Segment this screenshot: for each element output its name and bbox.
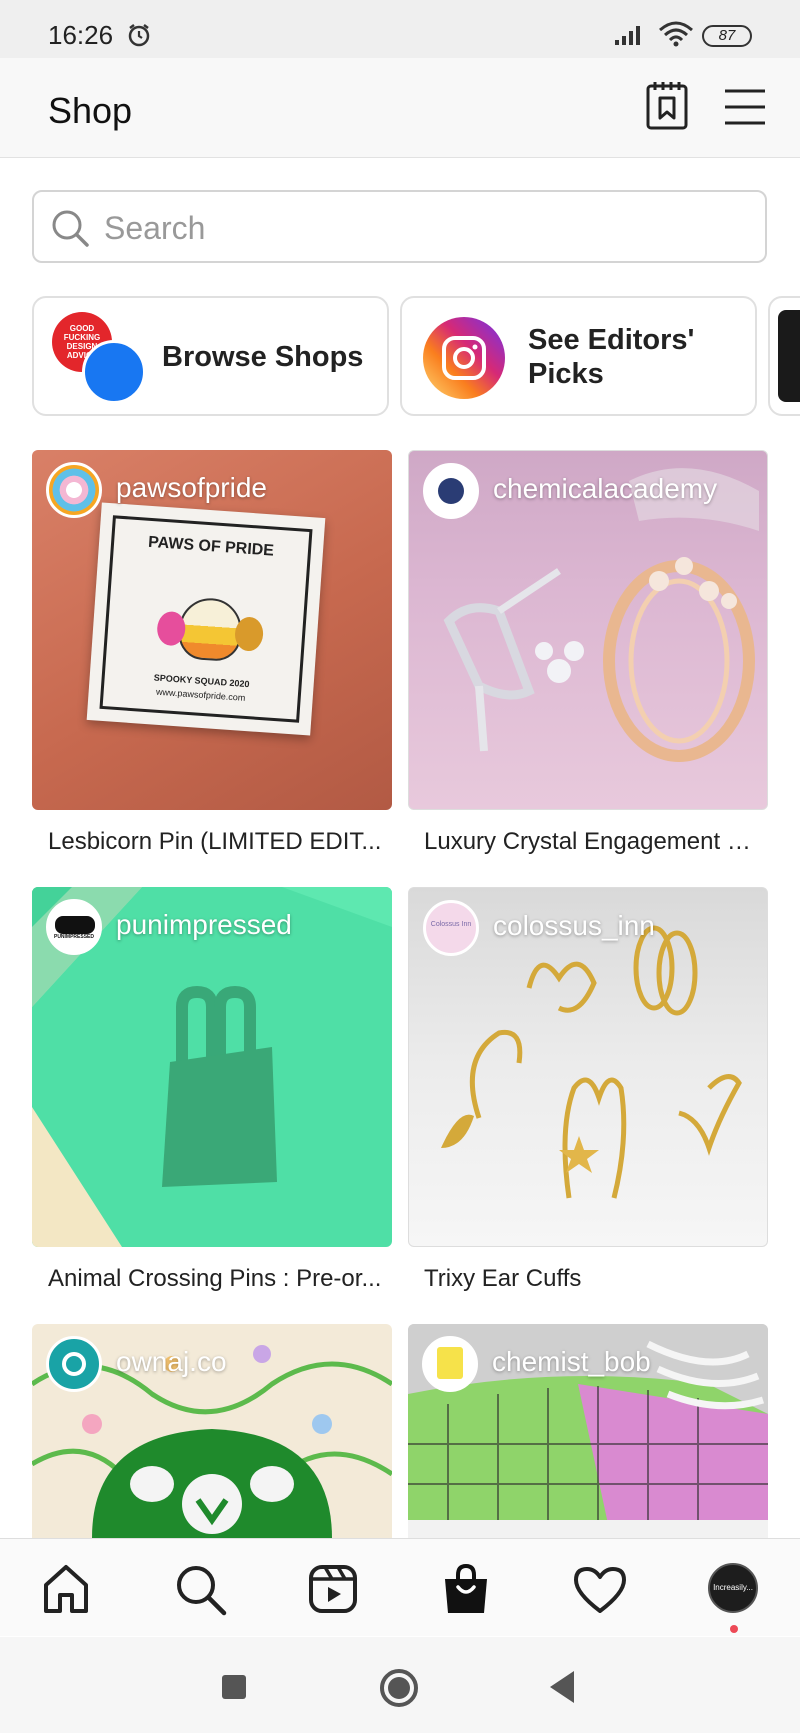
wishlist-icon[interactable] — [645, 80, 689, 132]
home-icon[interactable] — [38, 1561, 94, 1617]
page-title: Shop — [48, 90, 133, 131]
search-nav-icon[interactable] — [172, 1561, 228, 1617]
product-card[interactable]: Colossus Inn colossus_inn Trixy Ear Cuff… — [408, 887, 768, 1307]
search-input[interactable] — [104, 206, 744, 250]
browse-shops-card[interactable]: GOOD FUCKING DESIGN ADVICE Browse Shops — [32, 296, 389, 416]
wifi-icon — [659, 21, 693, 47]
editors-picks-label: See Editors' Picks — [528, 324, 695, 390]
shop-avatar[interactable]: PUNIMPRESSED — [46, 899, 102, 955]
shop-name[interactable]: colossus_inn — [493, 910, 655, 942]
pin-backing-card: PAWS OF PRIDE SPOOKY SQUAD 2020 www.paws… — [86, 502, 326, 736]
shop-avatar[interactable] — [423, 463, 479, 519]
shop-name[interactable]: punimpressed — [116, 909, 292, 941]
shop-avatar[interactable] — [422, 1336, 478, 1392]
product-title[interactable]: Lesbicorn Pin (LIMITED EDIT... — [48, 828, 384, 856]
product-card[interactable]: PUNIMPRESSED punimpressed Animal Crossin… — [32, 887, 392, 1307]
menu-icon[interactable] — [724, 88, 766, 126]
back-icon[interactable] — [550, 1671, 574, 1703]
signal-icon — [615, 26, 640, 45]
recent-apps-icon[interactable] — [222, 1675, 246, 1699]
shop-avatar-text: Colossus Inn — [430, 921, 472, 928]
status-bar: 16:26 87 — [0, 0, 800, 58]
reels-icon[interactable] — [305, 1561, 361, 1617]
profile-avatar-text: Increasily... — [713, 1583, 753, 1592]
product-image[interactable]: PAWS OF PRIDE SPOOKY SQUAD 2020 www.paws… — [32, 450, 392, 810]
notification-dot — [730, 1625, 738, 1633]
product-card[interactable]: PAWS OF PRIDE SPOOKY SQUAD 2020 www.paws… — [32, 450, 392, 870]
shop-avatar[interactable]: Colossus Inn — [423, 900, 479, 956]
app-header: Shop — [0, 58, 800, 158]
shop-name[interactable]: ownaj.co — [116, 1346, 227, 1378]
editors-picks-card[interactable]: See Editors' Picks — [400, 296, 757, 416]
shop-name[interactable]: pawsofpride — [116, 472, 267, 504]
profile-avatar[interactable]: Increasily... — [708, 1563, 758, 1613]
shop-bag-icon[interactable] — [438, 1561, 494, 1617]
shop-name[interactable]: chemist_bob — [492, 1346, 651, 1378]
product-title[interactable]: Animal Crossing Pins : Pre-or... — [48, 1265, 384, 1293]
shop-avatar-text: PUNIMPRESSED — [53, 934, 94, 940]
product-image[interactable]: ownaj.co — [32, 1324, 392, 1538]
instagram-logo-icon — [423, 317, 505, 399]
product-image[interactable]: PUNIMPRESSED punimpressed — [32, 887, 392, 1247]
battery-indicator: 87 — [702, 25, 752, 47]
product-title[interactable]: Luxury Crystal Engagement R... — [424, 828, 760, 856]
product-image[interactable]: chemist_bob — [408, 1324, 768, 1538]
home-button-icon[interactable] — [380, 1669, 418, 1707]
shop-avatar-emblem — [438, 478, 464, 504]
product-image[interactable]: Colossus Inn colossus_inn — [408, 887, 768, 1247]
product-image[interactable]: chemicalacademy — [408, 450, 768, 810]
system-navigation — [0, 1637, 800, 1733]
product-title[interactable]: Trixy Ear Cuffs — [424, 1265, 760, 1293]
shop-avatar-character — [437, 1347, 463, 1379]
browse-shops-blue-dot — [82, 340, 146, 404]
search-icon — [52, 210, 89, 247]
search-bar[interactable] — [32, 190, 767, 263]
shop-name[interactable]: chemicalacademy — [493, 473, 717, 505]
product-card[interactable]: ownaj.co — [32, 1324, 392, 1538]
partial-card[interactable] — [768, 296, 800, 416]
shop-avatar-face — [55, 916, 95, 934]
partial-card-thumbnail — [778, 310, 800, 402]
product-card[interactable]: chemist_bob — [408, 1324, 768, 1538]
product-card[interactable]: chemicalacademy Luxury Crystal Engagemen… — [408, 450, 768, 870]
alarm-icon — [128, 24, 150, 47]
shop-avatar-logo — [62, 1352, 86, 1376]
status-time: 16:26 — [48, 20, 114, 50]
shop-avatar[interactable] — [46, 1336, 102, 1392]
bottom-navigation: Increasily... — [0, 1538, 800, 1636]
heart-icon[interactable] — [572, 1561, 628, 1617]
browse-shops-label: Browse Shops — [162, 341, 364, 373]
shop-avatar[interactable] — [46, 462, 102, 518]
